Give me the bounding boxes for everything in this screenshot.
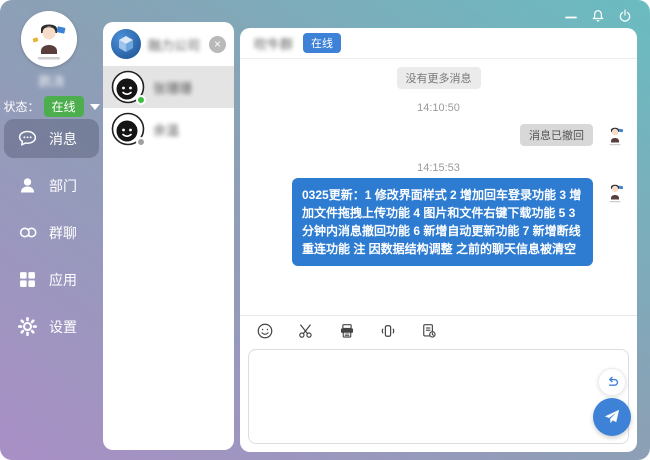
- user-avatar[interactable]: [21, 11, 77, 67]
- contact-avatar: [111, 112, 145, 146]
- send-plane-icon: [602, 407, 622, 427]
- sidebar-item-department[interactable]: 部门: [4, 166, 99, 205]
- bell-icon: [590, 8, 606, 24]
- company-header: 融力公司 ×: [103, 22, 234, 66]
- cube-logo-icon: [111, 29, 141, 59]
- file-print-icon: [338, 322, 356, 340]
- sidebar-item-label: 应用: [49, 270, 77, 290]
- timestamp: 14:15:53: [240, 162, 637, 174]
- shake-window-button[interactable]: [379, 322, 397, 340]
- person-icon: [17, 175, 38, 196]
- message-list[interactable]: 没有更多消息 14:10:50 消息已撤回 14:15:53: [240, 59, 637, 315]
- message-avatar: [601, 121, 629, 149]
- user-cartoon-avatar-icon: [601, 178, 629, 206]
- recalled-message-row: 消息已撤回: [240, 121, 637, 149]
- timestamp: 14:10:50: [240, 102, 637, 114]
- recalled-badge: 消息已撤回: [520, 124, 593, 146]
- sidebar: 鹏涛 状态： 在线 消息 部门: [0, 0, 103, 460]
- offline-status-dot: [136, 137, 146, 147]
- screenshot-button[interactable]: [297, 322, 315, 340]
- chat-panel: 吹牛群 在线 没有更多消息 14:10:50 消息已撤回: [240, 28, 637, 452]
- sidebar-item-label: 群聊: [49, 223, 77, 243]
- emoji-icon: [256, 322, 274, 340]
- status-row: 状态： 在线: [0, 96, 103, 117]
- contact-list-panel: 融力公司 × 张珊珊: [103, 22, 234, 450]
- username: 鹏涛: [0, 71, 103, 90]
- send-file-button[interactable]: [338, 322, 356, 340]
- contact-avatar: [111, 70, 145, 104]
- status-label: 状态：: [3, 98, 39, 115]
- chevron-down-icon[interactable]: [90, 104, 100, 110]
- undo-arrow-icon: [604, 374, 621, 391]
- close-icon[interactable]: ×: [209, 36, 226, 53]
- sidebar-item-label: 消息: [49, 129, 77, 149]
- contact-row[interactable]: 余温: [103, 108, 234, 150]
- chat-history-button[interactable]: [420, 322, 438, 340]
- company-avatar: [111, 29, 141, 59]
- titlebar-controls: [562, 7, 634, 25]
- group-chat-icon: [17, 222, 38, 243]
- contact-row[interactable]: 张珊珊: [103, 66, 234, 108]
- user-cartoon-avatar-icon: [601, 121, 629, 149]
- chat-toolbar: [240, 315, 637, 345]
- online-status-dot: [136, 95, 146, 105]
- message-input-area: [248, 349, 629, 444]
- emoji-button[interactable]: [256, 322, 274, 340]
- user-cartoon-avatar-icon: [21, 11, 77, 67]
- contact-name: 余温: [153, 120, 179, 139]
- chat-header: 吹牛群 在线: [240, 28, 637, 59]
- send-button[interactable]: [593, 398, 631, 436]
- company-name: 融力公司: [148, 35, 202, 54]
- message-row: 0325更新：1 修改界面样式 2 增加回车登录功能 3 增加文件拖拽上传功能 …: [240, 178, 637, 266]
- sidebar-menu: 消息 部门 群聊 应用: [4, 119, 99, 354]
- no-more-messages-pill: 没有更多消息: [397, 67, 481, 89]
- sidebar-item-messages[interactable]: 消息: [4, 119, 99, 158]
- shake-phone-icon: [379, 322, 397, 340]
- power-icon: [617, 8, 633, 24]
- status-online-badge[interactable]: 在线: [44, 96, 84, 117]
- notifications-button[interactable]: [589, 7, 607, 25]
- sidebar-item-settings[interactable]: 设置: [4, 307, 99, 346]
- minimize-icon: [564, 9, 578, 23]
- sidebar-item-label: 部门: [49, 176, 77, 196]
- sidebar-item-label: 设置: [49, 317, 77, 337]
- contact-name: 张珊珊: [153, 78, 192, 97]
- online-badge: 在线: [303, 33, 341, 53]
- sidebar-item-groupchat[interactable]: 群聊: [4, 213, 99, 252]
- gear-icon: [17, 316, 38, 337]
- history-icon: [420, 322, 438, 340]
- scissors-icon: [297, 322, 315, 340]
- message-input[interactable]: [249, 350, 628, 443]
- app-window: 鹏涛 状态： 在线 消息 部门: [0, 0, 650, 460]
- recall-undo-button[interactable]: [598, 368, 626, 396]
- message-bubble: 0325更新：1 修改界面样式 2 增加回车登录功能 3 增加文件拖拽上传功能 …: [292, 178, 593, 266]
- sidebar-item-apps[interactable]: 应用: [4, 260, 99, 299]
- apps-grid-icon: [17, 269, 38, 290]
- minimize-button[interactable]: [562, 7, 580, 25]
- group-name: 吹牛群: [254, 34, 293, 53]
- message-avatar: [601, 178, 629, 206]
- power-button[interactable]: [616, 7, 634, 25]
- chat-bubble-icon: [17, 128, 38, 149]
